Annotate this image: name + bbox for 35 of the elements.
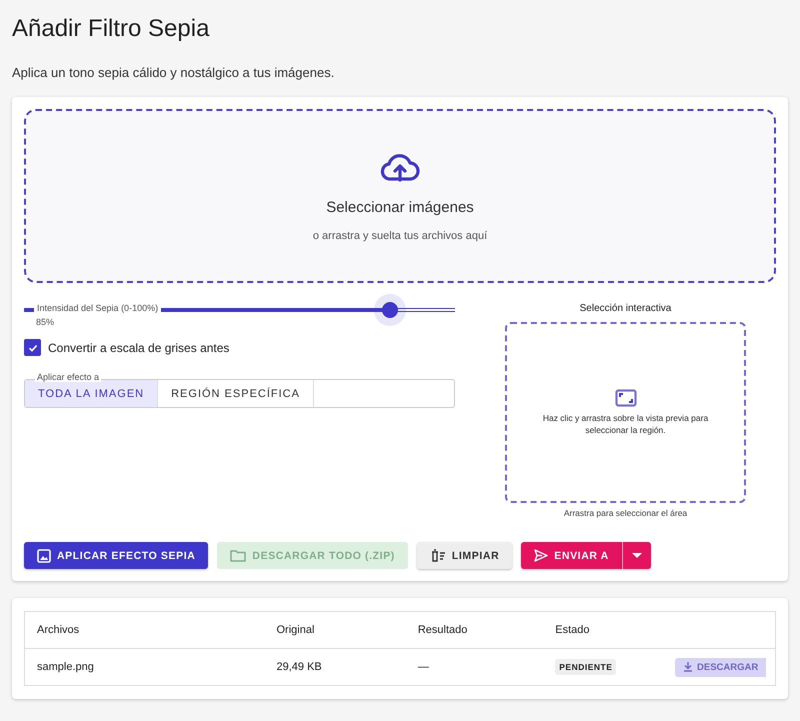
- column-header: Original: [276, 624, 316, 636]
- send-icon: [534, 549, 548, 562]
- apply-button[interactable]: APLICAR EFECTO SEPIA: [24, 542, 208, 569]
- group-legend: Aplicar efecto a: [35, 372, 102, 382]
- clear-button[interactable]: LIMPIAR: [416, 542, 512, 569]
- send-to-button[interactable]: ENVIAR A: [521, 542, 622, 569]
- dropdown-caret-button[interactable]: [622, 542, 651, 569]
- checkbox-label: Convertir a escala de grises antes: [48, 340, 230, 354]
- image-icon: [37, 548, 51, 562]
- table-cell-text: sample.png: [36, 661, 95, 673]
- column-header: Resultado: [418, 624, 468, 636]
- folder-icon: [230, 549, 246, 562]
- page-subtitle: Aplica un tono sepia cálido y nostálgico a tus imágenes.: [12, 65, 336, 81]
- toggle-option[interactable]: TODA LA IMAGEN: [25, 380, 158, 407]
- table-cell-text: —: [418, 661, 430, 673]
- crop-frame-icon: [614, 388, 636, 407]
- page-title: Añadir Filtro Sepia: [12, 14, 210, 43]
- selection-title: Selección interactiva: [580, 303, 672, 314]
- checkbox[interactable]: [24, 339, 41, 356]
- slider-value: 85%: [36, 317, 54, 327]
- selection-hint: Haz clic y arrastra sobre la vista previa para seleccionar la región.: [542, 412, 710, 436]
- dropzone-title: Seleccionar imágenes: [326, 198, 474, 216]
- slider-thumb[interactable]: [382, 302, 398, 318]
- status-chip: PENDIENTE: [555, 659, 616, 675]
- caret-icon: [632, 552, 642, 558]
- table-cell-text: 29,49 KB: [276, 661, 323, 673]
- download-icon: [683, 662, 694, 672]
- slider-label: Intensidad del Sepia (0-100%): [34, 303, 162, 313]
- trash-list-icon: [430, 549, 446, 562]
- selection-area[interactable]: Haz clic y arrastra sobre la vista previa para seleccionar la región.: [505, 322, 746, 503]
- selection-caption: Arrastra para seleccionar el área: [564, 508, 688, 518]
- column-header: Archivos: [36, 624, 80, 636]
- dropzone-hint: o arrastra y suelta tus archivos aquí: [312, 230, 488, 242]
- dropzone[interactable]: Seleccionar imágenes o arrastra y suelta tus archivos aquí: [24, 109, 776, 283]
- column-header: Estado: [555, 624, 591, 636]
